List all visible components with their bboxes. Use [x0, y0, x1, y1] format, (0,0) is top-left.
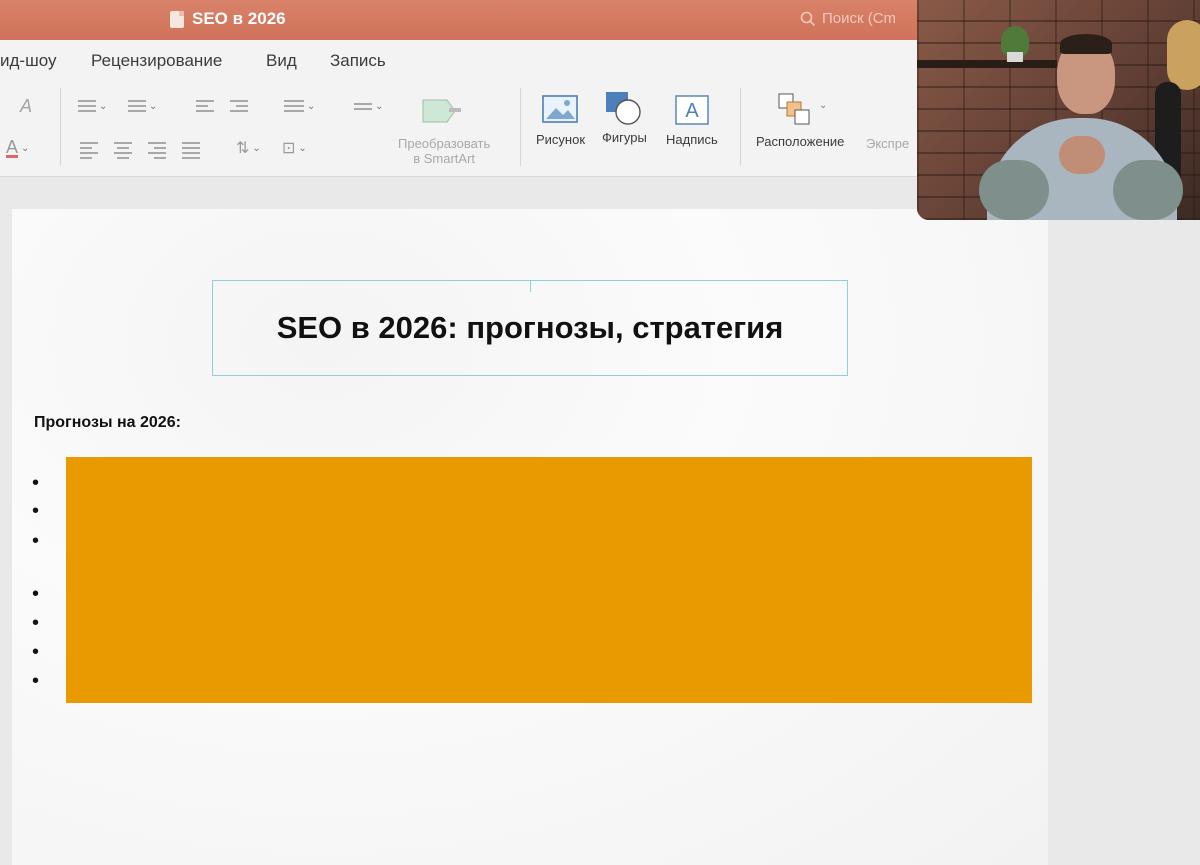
text-effects-button[interactable]: A: [20, 96, 32, 116]
smartart-label-2: в SmartArt: [413, 151, 476, 166]
align-left-button[interactable]: [80, 140, 98, 160]
plant-pot: [1007, 52, 1023, 62]
title-placeholder[interactable]: SEO в 2026: прогнозы, стратегия: [212, 280, 848, 376]
svg-text:A: A: [685, 100, 699, 122]
picture-label: Рисунок: [536, 132, 586, 147]
numbering-button[interactable]: ⌄: [128, 96, 157, 116]
shapes-button[interactable]: Фигуры: [602, 90, 647, 145]
shapes-label: Фигуры: [602, 130, 647, 145]
tab-record[interactable]: Запись: [330, 51, 386, 71]
decrease-indent-button[interactable]: [196, 96, 214, 116]
chevron-down-icon: ⌄: [298, 142, 307, 154]
arrange-icon: ⌄: [778, 93, 825, 125]
numbering-icon: [128, 100, 146, 112]
font-color-icon: A: [6, 136, 19, 158]
express-label: Экспре: [866, 136, 910, 151]
increase-indent-icon: [230, 100, 248, 112]
align-right-button[interactable]: [148, 140, 166, 160]
svg-text:⌄: ⌄: [819, 100, 825, 111]
align-left-icon: [80, 141, 98, 159]
textbox-label: Надпись: [666, 132, 718, 147]
picture-icon: [541, 95, 578, 123]
columns-icon: [354, 102, 372, 110]
font-color-button[interactable]: A ⌄: [6, 138, 29, 158]
bullets-button[interactable]: ⌄: [78, 96, 107, 116]
bullet-point: •: [32, 670, 40, 692]
express-styles-button[interactable]: Экспре: [866, 136, 909, 151]
search-input[interactable]: Поиск (Cm: [800, 10, 896, 27]
align-right-icon: [148, 141, 166, 159]
presenter-arm: [979, 160, 1049, 220]
columns-button[interactable]: ⌄: [354, 96, 383, 116]
search-placeholder: Поиск (Cm: [822, 10, 897, 27]
decrease-indent-icon: [196, 100, 214, 112]
text-effects-icon: A: [20, 95, 33, 116]
arrange-label: Расположение: [756, 134, 845, 149]
bullet-point: •: [32, 500, 40, 522]
smartart-icon: [422, 99, 462, 123]
chevron-down-icon: ⌄: [149, 100, 158, 112]
tab-slideshow[interactable]: ид-шоу: [0, 51, 56, 71]
chevron-down-icon: ⌄: [375, 100, 384, 112]
bullet-point: •: [32, 583, 40, 605]
text-direction-button[interactable]: ⇅ ⌄: [236, 138, 261, 158]
arrange-button[interactable]: ⌄ Расположение: [756, 92, 844, 149]
bullet-point: •: [32, 641, 40, 663]
textbox-icon: A: [675, 95, 709, 125]
search-icon: [800, 11, 816, 26]
slide[interactable]: SEO в 2026: прогнозы, стратегия Прогнозы…: [12, 209, 1048, 865]
presenter-arm: [1113, 160, 1183, 220]
bullet-point: •: [32, 612, 40, 634]
align-text-button[interactable]: ⊡ ⌄: [282, 138, 307, 158]
bullets-icon: [78, 100, 96, 112]
increase-indent-button[interactable]: [230, 96, 248, 116]
tab-view[interactable]: Вид: [266, 51, 297, 71]
smartart-label-1: Преобразовать: [398, 136, 491, 151]
picture-button[interactable]: Рисунок: [536, 94, 585, 147]
redaction-block: [66, 457, 1032, 703]
justify-icon: [182, 141, 200, 159]
shelf: [917, 60, 1057, 68]
slide-canvas: SEO в 2026: прогнозы, стратегия Прогнозы…: [0, 177, 1200, 865]
bullet-point: •: [32, 530, 40, 552]
convert-smartart-button[interactable]: Преобразовать в SmartArt: [398, 94, 490, 166]
align-center-icon: [114, 141, 132, 159]
justify-button[interactable]: [182, 140, 200, 160]
presenter-hair: [1060, 34, 1112, 54]
shapes-icon: [606, 92, 642, 125]
document-icon: [170, 10, 184, 28]
textbox-button[interactable]: A Надпись: [666, 94, 718, 147]
slide-title: SEO в 2026: прогнозы, стратегия: [276, 310, 784, 345]
document-title: SEO в 2026: [170, 9, 286, 29]
guitar: [1167, 20, 1200, 90]
tab-review[interactable]: Рецензирование: [91, 51, 222, 71]
forecast-heading: Прогнозы на 2026:: [34, 414, 181, 431]
bullet-point: •: [32, 472, 40, 494]
presenter-hands: [1059, 136, 1105, 174]
text-direction-icon: ⇅: [236, 140, 250, 157]
align-center-button[interactable]: [114, 140, 132, 160]
line-spacing-button[interactable]: ⌄: [284, 96, 315, 116]
line-spacing-icon: [284, 100, 304, 112]
chevron-down-icon: ⌄: [21, 142, 30, 154]
chevron-down-icon: ⌄: [99, 100, 108, 112]
chevron-down-icon: ⌄: [307, 100, 316, 112]
align-text-icon: ⊡: [282, 140, 296, 157]
document-title-text: SEO в 2026: [192, 9, 286, 28]
chevron-down-icon: ⌄: [252, 142, 261, 154]
webcam-overlay: [917, 0, 1200, 220]
